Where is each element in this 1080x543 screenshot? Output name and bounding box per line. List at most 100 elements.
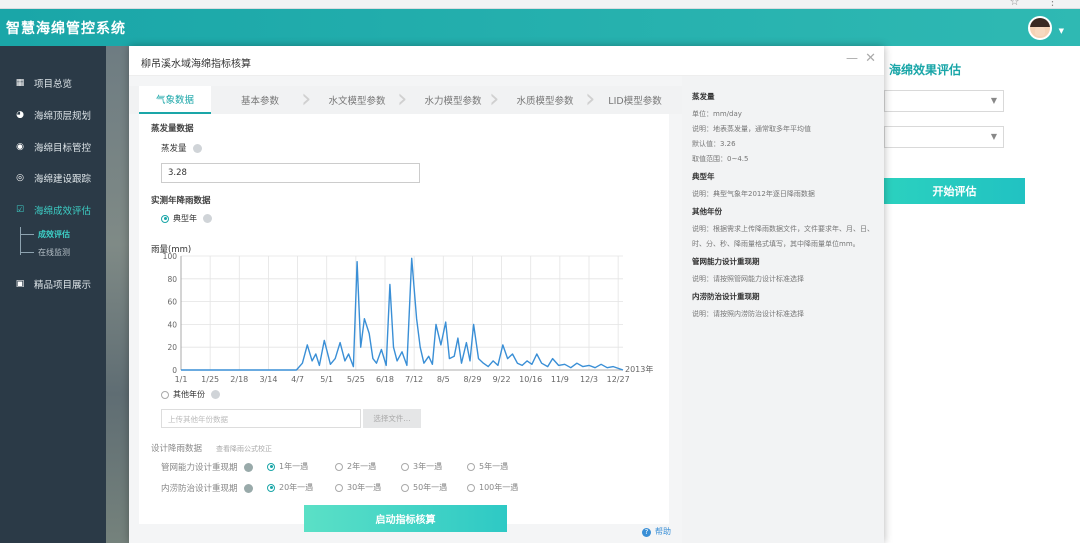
x-tick-label: 3/14	[259, 375, 277, 384]
radio-flood-20[interactable]: 20年一遇	[267, 482, 313, 493]
x-tick-label: 5/1	[320, 375, 333, 384]
radio-button[interactable]	[467, 483, 475, 492]
chevron-down-icon[interactable]: ▼	[1059, 27, 1064, 35]
radio-button[interactable]	[267, 483, 275, 492]
info-panel: 蒸发量 单位：mm/day 说明：地表蒸发量，通常取多年平均值 默认值：3.26 取值范…	[682, 76, 884, 543]
sidebar-item-target[interactable]: ◉ 海绵目标管控	[0, 136, 106, 158]
question-icon: ?	[642, 528, 651, 537]
help-link[interactable]: ? 帮助	[642, 526, 671, 537]
background-select-2[interactable]: ▼	[884, 126, 1004, 148]
info-heading: 典型年	[692, 172, 715, 181]
pipe-design-label-text: 管网能力设计重现期	[161, 463, 238, 473]
close-icon[interactable]: ✕	[865, 51, 876, 66]
monitor-icon: ▣	[15, 279, 25, 289]
modal-header: 柳吊溪水域海绵指标核算 — ✕	[129, 46, 884, 76]
design-note-link[interactable]: 查看降雨公式校正	[216, 445, 272, 453]
sidebar: ▦ 项目总览 ◕ 海绵顶层规划 ◉ 海绵目标管控 ◎ 海绵建设跟踪 ☑ 海绵成效…	[0, 46, 106, 543]
radio-pipe-3[interactable]: 3年一遇	[401, 461, 442, 472]
sidebar-item-label: 海绵目标管控	[34, 143, 92, 154]
x-tick-label: 11/9	[551, 375, 569, 384]
evaporation-input[interactable]: 3.28	[161, 163, 420, 183]
sidebar-item-label: 海绵成效评估	[34, 206, 92, 217]
tab-weather[interactable]: 气象数据	[139, 86, 211, 114]
y-tick-label: 60	[167, 298, 177, 307]
x-tick-label: 10/16	[519, 375, 542, 384]
sidebar-item-showcase[interactable]: ▣ 精品项目展示	[0, 273, 106, 295]
radio-button[interactable]	[161, 390, 169, 399]
upload-input[interactable]: 上传其他年份数据	[161, 409, 361, 428]
chevron-down-icon: ▼	[990, 96, 997, 105]
modal-title: 柳吊溪水域海绵指标核算	[141, 59, 251, 70]
x-axis-right-label: 2013年	[625, 364, 653, 374]
radio-other-year[interactable]: 其他年份	[161, 389, 220, 400]
upload-button[interactable]: 选择文件...	[363, 409, 421, 428]
tab-hydraulic[interactable]: 水力模型参数	[405, 86, 501, 114]
x-tick-label: 8/5	[437, 375, 450, 384]
info-heading: 其他年份	[692, 207, 722, 216]
flood-design-label-text: 内涝防治设计重现期	[161, 484, 238, 494]
user-avatar[interactable]	[1028, 16, 1052, 40]
x-tick-label: 4/7	[291, 375, 304, 384]
help-link-label: 帮助	[655, 527, 671, 536]
info-text: 说明：请按照管网能力设计标准选择	[692, 275, 804, 283]
pie-icon: ◕	[16, 110, 24, 120]
map-background	[106, 46, 130, 543]
browser-toolbar-icons[interactable]: ☆ ⋮	[1010, 0, 1070, 8]
info-text: 说明：地表蒸发量，通常取多年平均值	[692, 125, 811, 133]
radio-label: 3年一遇	[413, 462, 443, 471]
radio-label: 50年一遇	[413, 483, 448, 492]
sidebar-subitem-monitor[interactable]: 在线监测	[38, 247, 70, 258]
radio-typical-year[interactable]: 典型年	[161, 213, 212, 224]
background-select-1[interactable]: ▼	[884, 90, 1004, 112]
help-icon[interactable]	[243, 463, 253, 472]
evaporation-label-text: 蒸发量	[161, 144, 187, 154]
y-tick-label: 100	[163, 252, 178, 261]
sidebar-item-overview[interactable]: ▦ 项目总览	[0, 72, 106, 94]
start-evaluation-button[interactable]: 开始评估	[884, 178, 1025, 204]
help-icon[interactable]	[211, 390, 220, 399]
rainfall-series-line	[181, 257, 624, 371]
minimize-icon[interactable]: —	[846, 51, 858, 65]
info-text: 默认值：3.26	[692, 140, 736, 148]
chevron-down-icon: ▼	[990, 132, 997, 141]
radio-pipe-5[interactable]: 5年一遇	[467, 461, 508, 472]
browser-toolbar: ☆ ⋮	[0, 0, 1080, 9]
sidebar-item-planning[interactable]: ◕ 海绵顶层规划	[0, 104, 106, 126]
tab-hydrology[interactable]: 水文模型参数	[309, 86, 405, 114]
sidebar-item-label: 精品项目展示	[34, 280, 92, 291]
info-heading: 内涝防治设计重现期	[692, 292, 760, 301]
radio-flood-100[interactable]: 100年一遇	[467, 482, 518, 493]
tree-branch	[20, 252, 34, 253]
radio-button[interactable]	[401, 483, 409, 492]
help-icon[interactable]	[203, 214, 212, 223]
radio-button[interactable]	[161, 214, 169, 223]
info-text: 单位：mm/day	[692, 110, 742, 118]
radio-button[interactable]	[467, 462, 475, 471]
radio-button[interactable]	[335, 483, 343, 492]
eye-icon: ◎	[16, 173, 24, 183]
sidebar-item-evaluation[interactable]: ☑ 海绵成效评估	[0, 199, 106, 221]
sidebar-item-tracking[interactable]: ◎ 海绵建设跟踪	[0, 167, 106, 189]
sidebar-subitem-effect[interactable]: 成效评估	[38, 229, 70, 240]
design-section-text: 设计降雨数据	[151, 444, 203, 454]
start-calc-button[interactable]: 启动指标核算	[304, 505, 507, 532]
help-icon[interactable]	[243, 484, 253, 493]
radio-flood-50[interactable]: 50年一遇	[401, 482, 447, 493]
help-icon[interactable]	[192, 144, 202, 153]
avatar-face	[1035, 27, 1045, 36]
radio-button[interactable]	[401, 462, 409, 471]
radio-button[interactable]	[267, 462, 275, 471]
app-title: 智慧海绵管控系统	[6, 21, 126, 37]
app-header: 智慧海绵管控系统 ▼	[0, 9, 1080, 46]
radio-pipe-2[interactable]: 2年一遇	[335, 461, 376, 472]
radio-pipe-1[interactable]: 1年一遇	[267, 461, 308, 472]
tab-lid[interactable]: LID模型参数	[591, 86, 679, 114]
radio-label: 100年一遇	[479, 483, 519, 492]
radio-button[interactable]	[335, 462, 343, 471]
sidebar-item-label: 海绵顶层规划	[34, 111, 92, 122]
tab-basic[interactable]: 基本参数	[217, 86, 303, 114]
info-heading: 蒸发量	[692, 92, 715, 101]
tree-line	[20, 227, 21, 255]
tab-water-quality[interactable]: 水质模型参数	[497, 86, 593, 114]
radio-flood-30[interactable]: 30年一遇	[335, 482, 381, 493]
